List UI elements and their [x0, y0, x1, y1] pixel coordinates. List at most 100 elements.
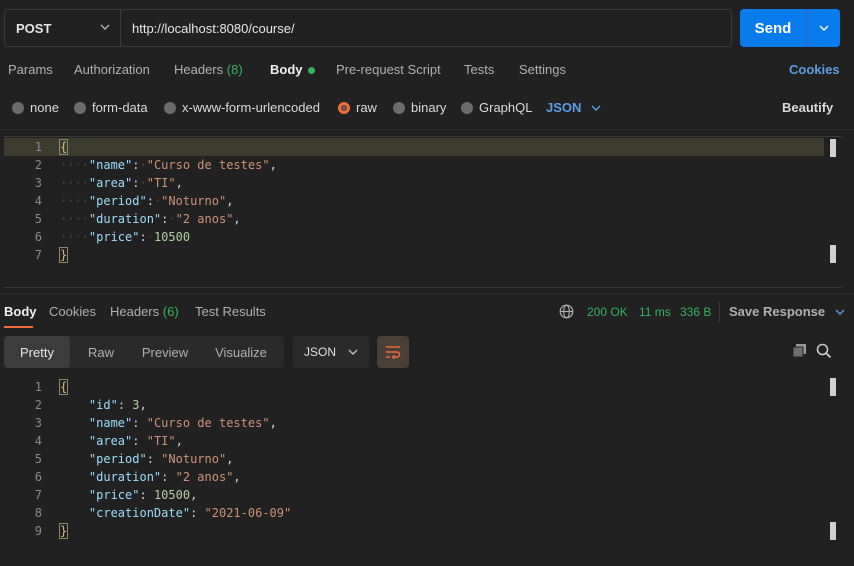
line-number: 3 [34, 416, 42, 430]
radio-raw[interactable]: raw [338, 100, 377, 115]
json-value: "2 anos" [175, 470, 234, 484]
code-text: "period": "Noturno", [88, 452, 234, 466]
json-key: "duration" [88, 470, 162, 484]
code-line: 4 "area": "TI", [4, 432, 824, 450]
code-text: ····"area":·"TI", [60, 176, 183, 190]
json-comma: , [233, 470, 241, 484]
tab-settings[interactable]: Settings [519, 62, 566, 77]
json-key: "name" [88, 158, 133, 172]
url-input[interactable]: http://localhost:8080/course/ [121, 10, 731, 46]
json-key: "id" [88, 398, 118, 412]
radio-selected-icon [338, 101, 350, 114]
tab-body[interactable]: Body [270, 62, 315, 77]
response-size[interactable]: 336 B [680, 305, 711, 319]
json-key: "area" [88, 176, 133, 190]
radio-urlencoded-label: x-www-form-urlencoded [182, 100, 320, 115]
response-format-select[interactable]: JSON [293, 336, 369, 368]
tab-tests[interactable]: Tests [464, 62, 494, 77]
radio-binary[interactable]: binary [393, 100, 446, 115]
tab-authorization[interactable]: Authorization [74, 62, 150, 77]
json-key: "area" [88, 434, 133, 448]
json-value: "TI" [146, 176, 176, 190]
json-value: "2 anos" [175, 212, 234, 226]
response-body-viewer[interactable]: 1{2 "id": 3, 3 "name": "Curso de testes",… [4, 378, 842, 566]
view-raw-button[interactable]: Raw [70, 336, 132, 368]
cookies-link[interactable]: Cookies [789, 62, 840, 77]
line-number: 1 [34, 380, 42, 394]
json-comma: , [226, 452, 234, 466]
indent-whitespace: ···· [60, 176, 89, 190]
line-number: 1 [34, 140, 42, 154]
chevron-down-icon [100, 24, 110, 30]
scrollbar-thumb[interactable] [830, 522, 836, 540]
code-line: 5 "period": "Noturno", [4, 450, 824, 468]
code-line: 5 ····"duration":·"2 anos", [4, 210, 824, 228]
status-code[interactable]: 200 OK [587, 305, 628, 319]
code-text: ····"period":·"Noturno", [60, 194, 234, 208]
code-text: "area": "TI", [88, 434, 183, 448]
copy-icon[interactable] [792, 343, 807, 358]
indent-whitespace: · [168, 212, 176, 226]
indent-whitespace: ···· [60, 194, 89, 208]
send-button[interactable]: Send [740, 9, 807, 47]
chevron-down-icon [591, 105, 601, 111]
json-key: "period" [88, 194, 147, 208]
wrap-lines-icon [386, 346, 401, 359]
json-value: 10500 [153, 230, 191, 244]
indent-whitespace: · [146, 230, 154, 244]
globe-icon[interactable] [559, 304, 574, 319]
scrollbar-thumb[interactable] [830, 139, 836, 157]
view-pretty-button[interactable]: Pretty [4, 336, 70, 368]
line-number: 5 [34, 452, 42, 466]
scrollbar-thumb[interactable] [830, 378, 836, 396]
beautify-link[interactable]: Beautify [782, 100, 833, 115]
line-number: 7 [34, 248, 42, 262]
code-line: 1{ [4, 378, 824, 396]
tab-body-label: Body [270, 62, 303, 77]
chevron-down-icon [835, 309, 845, 315]
code-line: 4 ····"period":·"Noturno", [4, 192, 824, 210]
response-time[interactable]: 11 ms [639, 305, 671, 319]
indent-whitespace: · [139, 158, 147, 172]
response-tab-test-results[interactable]: Test Results [195, 304, 266, 319]
json-comma: , [269, 416, 277, 430]
request-body-editor[interactable]: 1{2 ····"name":·"Curso de testes", 3 ····"a… [4, 136, 842, 288]
divider [0, 129, 854, 130]
response-tab-body[interactable]: Body [4, 304, 37, 319]
send-options-button[interactable] [807, 9, 840, 47]
tab-headers[interactable]: Headers (8) [174, 62, 243, 77]
response-tab-headers[interactable]: Headers (6) [110, 304, 179, 319]
code-text: } [58, 246, 69, 264]
tab-params[interactable]: Params [8, 62, 53, 77]
save-response-button[interactable]: Save Response [729, 304, 845, 319]
body-format-select[interactable]: JSON [546, 100, 601, 115]
code-text: "duration": "2 anos", [88, 470, 241, 484]
search-icon[interactable] [816, 343, 832, 359]
radio-none[interactable]: none [12, 100, 59, 115]
code-text: "name": "Curso de testes", [88, 416, 277, 430]
scrollbar-thumb[interactable] [830, 245, 836, 263]
request-tabs: Params Authorization Headers (8) Body Pr… [0, 62, 854, 84]
json-comma: , [175, 434, 183, 448]
url-bar: POST http://localhost:8080/course/ [4, 9, 732, 47]
json-comma: , [226, 194, 234, 208]
response-tab-cookies[interactable]: Cookies [49, 304, 96, 319]
radio-form-data[interactable]: form-data [74, 100, 148, 115]
response-headers-count: (6) [162, 304, 179, 319]
code-text: { [58, 378, 69, 396]
code-line: 2 ····"name":·"Curso de testes", [4, 156, 824, 174]
code-line: 6 "duration": "2 anos", [4, 468, 824, 486]
radio-graphql[interactable]: GraphQL [461, 100, 532, 115]
wrap-lines-button[interactable] [377, 336, 409, 368]
response-format-label: JSON [304, 345, 337, 359]
code-line: 9} [4, 522, 824, 540]
method-select[interactable]: POST [5, 10, 121, 46]
tab-pre-request-script[interactable]: Pre-request Script [336, 62, 441, 77]
divider [719, 302, 720, 322]
radio-urlencoded[interactable]: x-www-form-urlencoded [164, 100, 320, 115]
chevron-down-icon [348, 349, 358, 355]
view-preview-button[interactable]: Preview [132, 336, 198, 368]
view-visualize-button[interactable]: Visualize [198, 336, 284, 368]
code-line: 1{ [4, 138, 824, 156]
json-value: "Noturno" [161, 194, 227, 208]
